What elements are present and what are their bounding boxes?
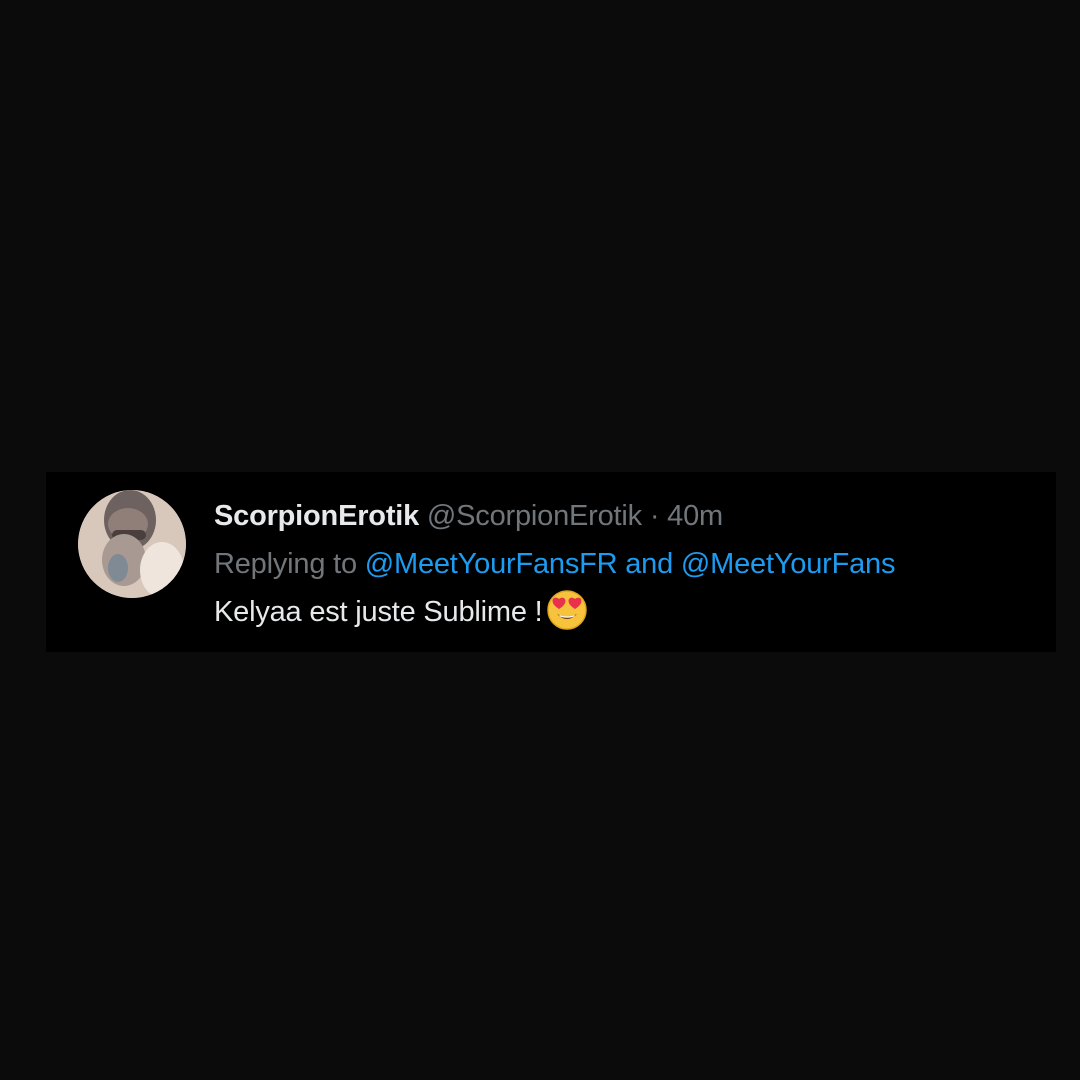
reply-and: and: [625, 548, 674, 580]
tweet-content: ScorpionErotik @ScorpionErotik · 40m Rep…: [214, 492, 1036, 636]
mention-link-2[interactable]: @MeetYourFans: [681, 548, 896, 580]
avatar-image: [78, 490, 186, 598]
tweet-body: Kelyaa est juste Sublime !: [214, 596, 543, 628]
display-name[interactable]: ScorpionErotik: [214, 500, 419, 532]
tweet-text: Kelyaa est juste Sublime !: [214, 588, 1036, 636]
mention-link-1[interactable]: @MeetYourFansFR: [365, 548, 618, 580]
timestamp[interactable]: 40m: [667, 500, 723, 532]
reply-context: Replying to @MeetYourFansFR and @MeetYou…: [214, 540, 1036, 588]
page: ScorpionErotik @ScorpionErotik · 40m Rep…: [0, 0, 1080, 1080]
tweet-header: ScorpionErotik @ScorpionErotik · 40m: [214, 492, 1036, 540]
user-handle[interactable]: @ScorpionErotik: [427, 500, 642, 532]
avatar[interactable]: [78, 490, 186, 598]
reply-prefix: Replying to: [214, 548, 357, 580]
heart-eyes-emoji-icon: [546, 589, 588, 631]
tweet-card[interactable]: ScorpionErotik @ScorpionErotik · 40m Rep…: [46, 472, 1056, 652]
separator-dot: ·: [649, 500, 660, 532]
